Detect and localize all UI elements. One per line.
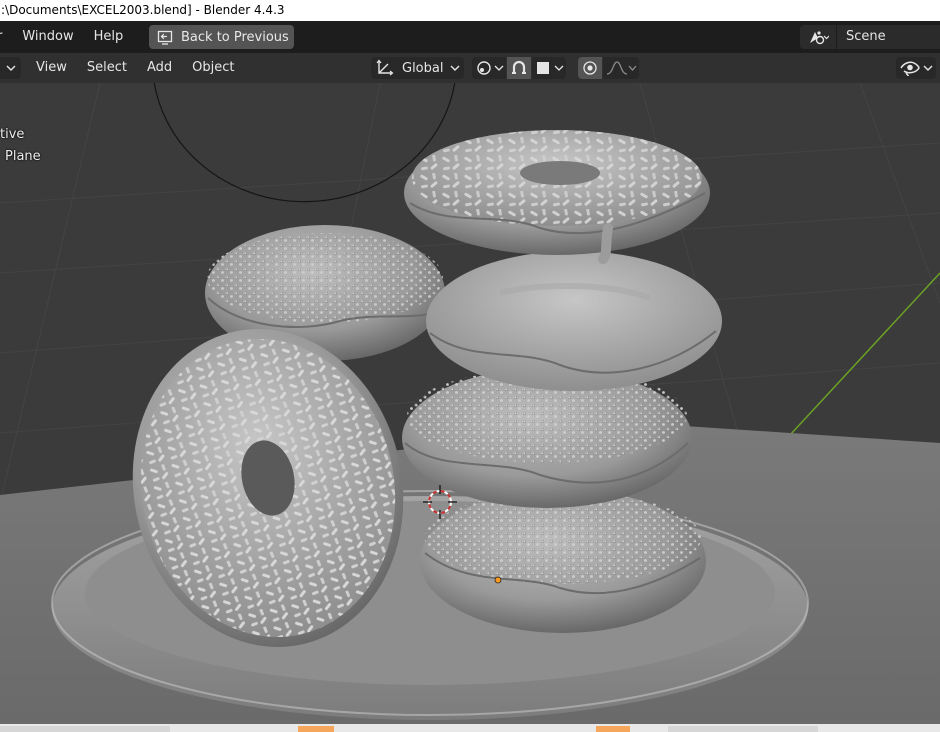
- top-menubar: r Window Help Back to Previous Scene: [0, 21, 940, 53]
- scene-selector-button[interactable]: [800, 25, 836, 49]
- menu-view[interactable]: View: [26, 53, 77, 83]
- snap-icon: [512, 60, 526, 74]
- window-title: :\Documents\EXCEL2003.blend] - Blender 4…: [0, 0, 940, 21]
- snapping-controls: [472, 57, 566, 79]
- menu-add[interactable]: Add: [137, 53, 182, 83]
- viewport-menu: View Select Add Object: [26, 53, 244, 83]
- proportional-editing-controls: [578, 57, 639, 79]
- object-origin: [494, 576, 502, 584]
- chevron-down-icon: [923, 65, 932, 71]
- chevron-down-icon: [6, 65, 15, 71]
- 3d-viewport[interactable]: tive Plane: [0, 83, 940, 724]
- falloff-dropdown[interactable]: [603, 57, 639, 79]
- menu-window[interactable]: Window: [12, 21, 83, 53]
- menu-select[interactable]: Select: [77, 53, 137, 83]
- menu-help[interactable]: Help: [84, 21, 134, 53]
- pivot-point-dropdown[interactable]: [472, 57, 506, 79]
- back-to-previous-label: Back to Previous: [181, 29, 289, 45]
- scene-name-field[interactable]: Scene: [837, 25, 940, 49]
- pivot-icon: [477, 61, 504, 75]
- snap-toggle[interactable]: [507, 57, 531, 79]
- viewport-header: View Select Add Object Global: [0, 53, 940, 83]
- snap-target-icon: [537, 62, 564, 74]
- proportional-editing-icon: [583, 61, 597, 75]
- menu-render[interactable]: r: [0, 21, 12, 53]
- falloff-icon: [606, 61, 637, 75]
- viewport-scene: [0, 83, 940, 724]
- proportional-editing-toggle[interactable]: [578, 57, 602, 79]
- viewport-overlay-object: Plane: [5, 149, 41, 164]
- scene-icon: [810, 31, 829, 45]
- frame-marker: [298, 726, 334, 732]
- editor-mode-dropdown[interactable]: [0, 57, 21, 79]
- object-visibility-dropdown[interactable]: [896, 57, 936, 79]
- frame-marker: [596, 726, 630, 732]
- menu-object[interactable]: Object: [182, 53, 244, 83]
- transform-orientation-dropdown[interactable]: Global: [371, 57, 464, 79]
- transform-orientation-label: Global: [402, 60, 444, 76]
- chevron-down-icon: [450, 65, 460, 71]
- snap-target-dropdown[interactable]: [532, 57, 566, 79]
- viewport-overlay-mode: tive: [0, 127, 25, 142]
- back-to-previous-button[interactable]: Back to Previous: [149, 25, 294, 49]
- transform-orientation-icon: [376, 59, 394, 76]
- back-to-previous-icon: [157, 30, 173, 45]
- visibility-icon: [899, 61, 920, 76]
- timeline-strip: [0, 724, 940, 732]
